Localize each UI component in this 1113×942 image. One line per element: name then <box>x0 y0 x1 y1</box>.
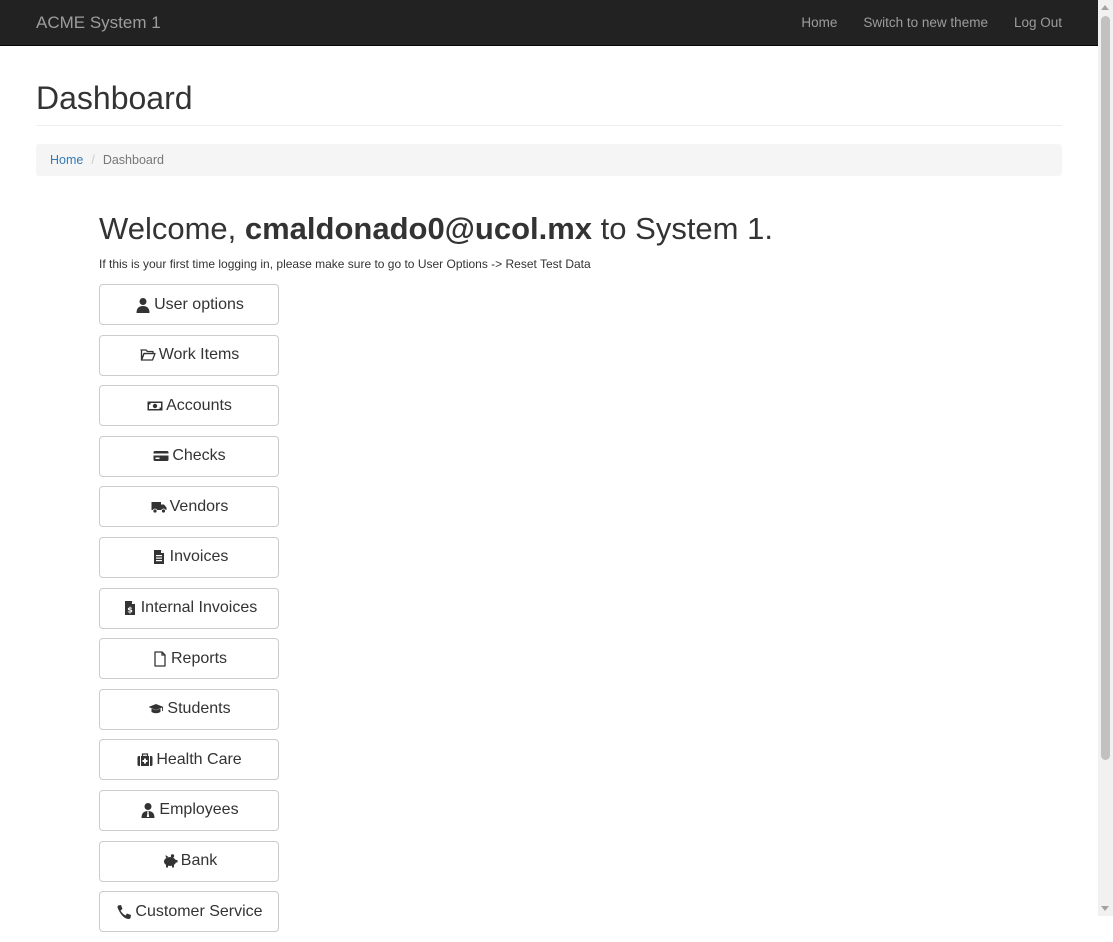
welcome-heading: Welcome, cmaldonado0@ucol.mx to System 1… <box>99 207 773 251</box>
user-icon <box>134 297 152 313</box>
reports-button[interactable]: Reports <box>99 638 279 680</box>
page-title: Dashboard <box>36 80 193 116</box>
vendors-button[interactable]: Vendors <box>99 486 279 528</box>
nav-switch-theme-link[interactable]: Switch to new theme <box>850 0 1001 46</box>
scroll-up-arrow-icon[interactable] <box>1101 5 1109 10</box>
bank-button[interactable]: Bank <box>99 840 279 882</box>
file-icon <box>151 651 169 667</box>
menu-label: Invoices <box>169 548 229 566</box>
health-care-button[interactable]: Health Care <box>99 739 279 781</box>
menu-label: User options <box>154 295 244 313</box>
breadcrumb-current: Dashboard <box>102 153 164 167</box>
credit-card-icon <box>152 448 170 464</box>
menu-label: Health Care <box>156 750 242 768</box>
top-navbar: ACME System 1 Home Switch to new theme L… <box>0 0 1098 46</box>
menu-label: Employees <box>159 801 239 819</box>
money-bill-icon <box>146 398 164 414</box>
svg-text:$: $ <box>127 606 133 615</box>
graduation-cap-icon <box>147 701 165 717</box>
menu-label: Customer Service <box>135 902 263 920</box>
menu-label: Checks <box>172 447 226 465</box>
students-button[interactable]: Students <box>99 688 279 730</box>
welcome-user: cmaldonado0@ucol.mx <box>244 211 593 246</box>
welcome-prefix: Welcome, <box>99 211 245 246</box>
menu-label: Accounts <box>166 396 232 414</box>
file-invoice-dollar-icon: $ <box>121 600 139 616</box>
nav-links: Home Switch to new theme Log Out <box>788 0 1062 46</box>
menu-label: Reports <box>170 649 228 667</box>
welcome-suffix: to System 1. <box>592 211 773 246</box>
scroll-down-arrow-icon[interactable] <box>1101 906 1109 911</box>
file-invoice-icon <box>150 549 168 565</box>
customer-service-button[interactable]: Customer Service <box>99 891 279 933</box>
scrollbar-thumb[interactable] <box>1101 16 1110 760</box>
accounts-button[interactable]: Accounts <box>99 385 279 427</box>
breadcrumb: Home / Dashboard <box>36 144 1062 176</box>
menu-label: Vendors <box>169 497 229 515</box>
internal-invoices-button[interactable]: $ Internal Invoices <box>99 587 279 629</box>
dashboard-menu: User options Work Items Accounts Checks … <box>99 284 279 942</box>
menu-label: Internal Invoices <box>140 599 258 617</box>
first-login-hint: If this is your first time logging in, p… <box>99 257 591 271</box>
menu-label: Bank <box>180 852 218 870</box>
menu-label: Students <box>167 700 231 718</box>
user-tie-icon <box>139 802 157 819</box>
invoices-button[interactable]: Invoices <box>99 536 279 578</box>
employees-button[interactable]: Employees <box>99 789 279 831</box>
piggy-bank-icon <box>161 853 179 869</box>
menu-label: Work Items <box>158 346 240 364</box>
page-header: Dashboard <box>36 76 1062 126</box>
folder-open-icon <box>139 347 157 363</box>
truck-icon <box>150 499 168 515</box>
vertical-scrollbar[interactable] <box>1098 0 1113 916</box>
checks-button[interactable]: Checks <box>99 435 279 477</box>
phone-icon <box>115 904 133 920</box>
user-options-button[interactable]: User options <box>99 284 279 325</box>
nav-logout-link[interactable]: Log Out <box>1001 0 1062 46</box>
breadcrumb-home-link[interactable]: Home <box>50 153 83 167</box>
breadcrumb-separator: / <box>91 153 95 167</box>
medkit-icon <box>136 752 154 768</box>
work-items-button[interactable]: Work Items <box>99 334 279 376</box>
nav-home-link[interactable]: Home <box>788 0 850 46</box>
brand-link[interactable]: ACME System 1 <box>36 13 161 33</box>
